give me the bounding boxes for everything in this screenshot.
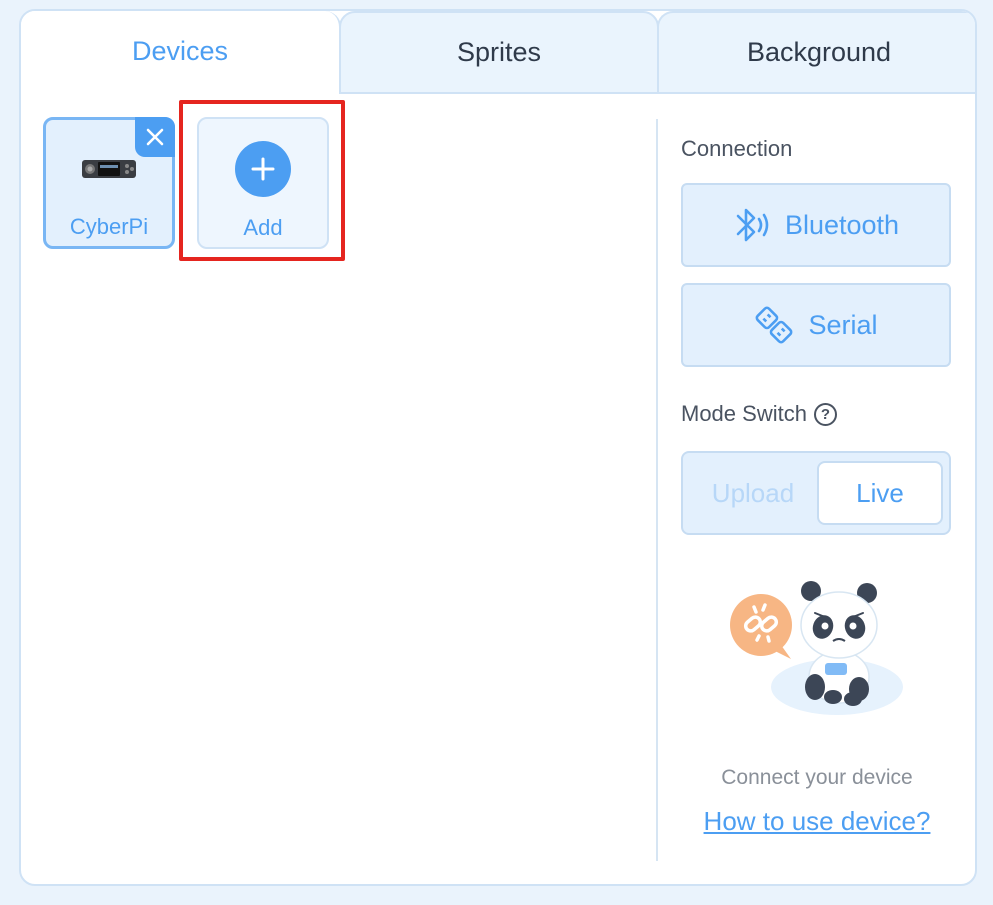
- connection-label: Connection: [681, 136, 793, 161]
- mode-live-option[interactable]: Live: [817, 461, 943, 525]
- close-icon: [146, 128, 164, 146]
- plus-icon: [235, 141, 291, 197]
- mode-upload-option[interactable]: Upload: [689, 461, 817, 525]
- tab-bar: Devices Sprites Background: [21, 11, 975, 94]
- remove-device-button[interactable]: [135, 117, 175, 157]
- add-device-button[interactable]: Add: [197, 117, 329, 249]
- device-card-label: CyberPi: [69, 214, 149, 239]
- mode-switch-label: Mode Switch: [681, 401, 807, 426]
- panda-disconnected-illustration: [730, 581, 903, 715]
- help-icon[interactable]: ?: [813, 403, 837, 426]
- bluetooth-icon: [736, 208, 769, 242]
- serial-button[interactable]: Serial: [681, 283, 951, 367]
- tab-devices[interactable]: Devices: [21, 11, 341, 94]
- bluetooth-button[interactable]: Bluetooth: [681, 183, 951, 267]
- cyberpi-device-icon: [82, 160, 136, 178]
- tab-sprites[interactable]: Sprites: [339, 11, 659, 94]
- bluetooth-label: Bluetooth: [784, 209, 900, 240]
- connect-device-hint: Connect your device: [721, 766, 913, 789]
- device-panel: Devices Sprites Background CyberPi Add C…: [19, 9, 977, 886]
- serial-label: Serial: [808, 309, 878, 340]
- usb-cable-icon: [756, 306, 793, 344]
- how-to-use-device-link[interactable]: How to use device?: [681, 806, 953, 837]
- mode-switch-label-row: Mode Switch?: [681, 401, 837, 427]
- add-device-label: Add: [243, 215, 283, 240]
- column-divider: [656, 119, 658, 861]
- device-card-cyberpi[interactable]: CyberPi: [43, 117, 175, 249]
- tab-background[interactable]: Background: [657, 11, 975, 94]
- mode-switch-toggle: Upload Live: [681, 451, 951, 535]
